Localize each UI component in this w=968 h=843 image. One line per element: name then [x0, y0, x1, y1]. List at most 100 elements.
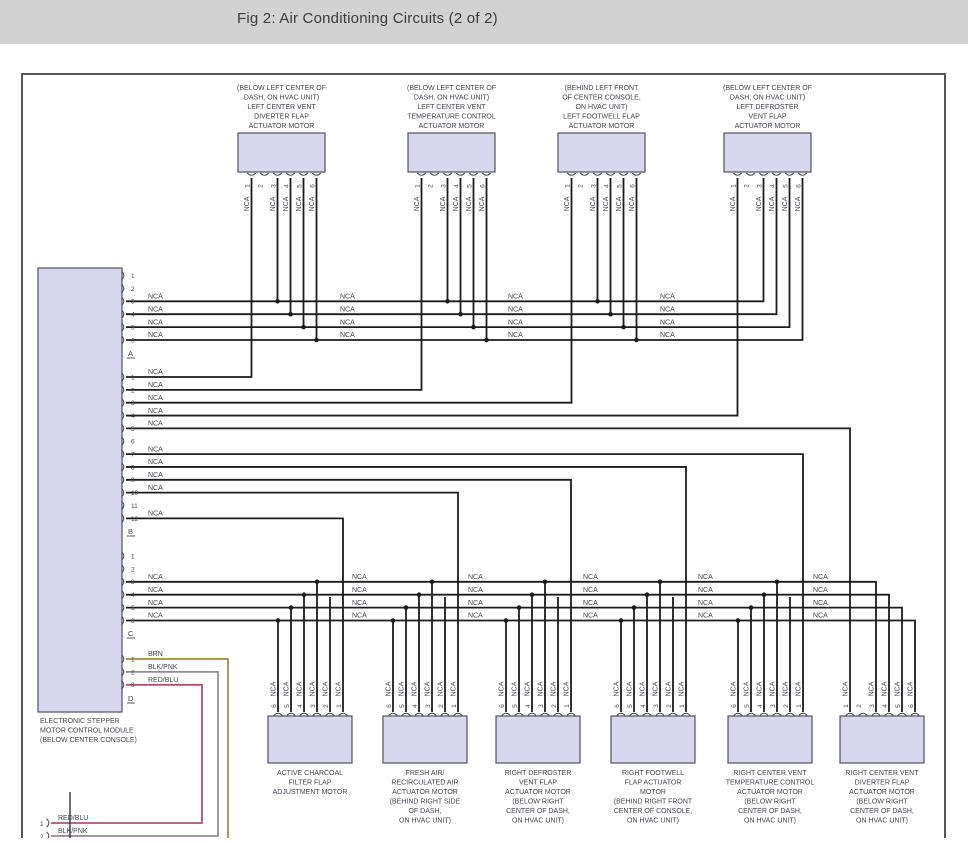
nca-label: NCA	[148, 574, 163, 581]
nca-label: NCA	[323, 681, 330, 696]
motor-label: (BELOW LEFT CENTER OF	[407, 85, 496, 92]
pin-number: 6	[480, 184, 487, 188]
nca-label: NCA	[270, 196, 277, 211]
pin-bracket	[911, 713, 919, 715]
nca-label: NCA	[629, 196, 636, 211]
nca-label: NCA	[336, 681, 343, 696]
pin-number: 4	[604, 184, 611, 188]
pin-bracket	[898, 713, 906, 715]
motor-label: LEFT DEFROSTER	[736, 104, 798, 111]
pin-bracket	[606, 173, 614, 175]
pin-number: 4	[454, 184, 461, 188]
nca-label: NCA	[660, 332, 675, 339]
nca-label: NCA	[660, 319, 675, 326]
bottom-motor-4: RIGHT FOOTWELLFLAP ACTUATORMOTOR(BEHIND …	[611, 681, 695, 824]
nca-label: NCA	[479, 196, 486, 211]
pin-number: 3	[538, 704, 545, 708]
motor-label: (BELOW RIGHT	[856, 799, 908, 806]
pin-number: 1	[131, 273, 135, 280]
pin-number: 5	[131, 325, 135, 332]
wire-color-label: RED/BLU	[148, 677, 178, 684]
pin-number: 4	[131, 312, 135, 319]
junction-dot	[658, 580, 663, 585]
nca-label: NCA	[653, 681, 660, 696]
nca-label: NCA	[148, 459, 163, 466]
pin-bracket	[682, 713, 690, 715]
pin-number: 4	[297, 704, 304, 708]
nca-label: NCA	[340, 319, 355, 326]
motor-label: RIGHT DEFROSTER	[505, 770, 572, 777]
junction-dot	[608, 312, 613, 317]
pin-bracket	[389, 713, 397, 715]
nca-label: NCA	[352, 574, 367, 581]
motor-label: DASH, ON HVAC UNIT)	[730, 95, 805, 102]
pin-bracket	[632, 173, 640, 175]
motor-label: ON HVAC UNIT)	[399, 818, 451, 825]
pin-number: 6	[796, 184, 803, 188]
nca-label: NCA	[499, 681, 506, 696]
nca-label: NCA	[468, 587, 483, 594]
top-motor-2: (BELOW LEFT CENTER OFDASH, ON HVAC UNIT)…	[407, 85, 496, 211]
nca-label: NCA	[148, 332, 163, 339]
nca-label: NCA	[468, 574, 483, 581]
stepper-motor-control-module: ELECTRONIC STEPPERMOTOR CONTROL MODULE(B…	[38, 268, 139, 744]
pin-bracket	[872, 713, 880, 715]
nca-label: NCA	[590, 196, 597, 211]
junction-dot	[276, 618, 281, 623]
nca-label: NCA	[148, 421, 163, 428]
nca-label: NCA	[468, 613, 483, 620]
pin-number: 10	[131, 490, 139, 497]
junction-dot	[484, 338, 489, 343]
pin-number: 11	[131, 503, 138, 510]
pin-number: 3	[653, 704, 660, 708]
nca-label: NCA	[783, 681, 790, 696]
motor-label: (BEHIND RIGHT SIDE	[390, 799, 461, 806]
motor-label: OF CENTER CONSOLE,	[562, 95, 641, 102]
pin-bracket	[339, 713, 347, 715]
nca-label: NCA	[310, 681, 317, 696]
nca-label: NCA	[564, 681, 571, 696]
junction-dot	[301, 325, 306, 330]
pin-number: 6	[131, 618, 135, 625]
nca-label: NCA	[756, 196, 763, 211]
pin-bracket	[443, 173, 451, 175]
wire	[126, 178, 738, 416]
junction-dot	[275, 299, 280, 304]
power-wire	[126, 659, 228, 838]
diagram-area: NCA NCA NCA NCA NCA NCA NCA NCA NCA NCA NCA NCA NCA N…	[0, 0, 968, 838]
pin-number: 6	[310, 184, 317, 188]
nca-label: NCA	[399, 681, 406, 696]
motor-label: ON HVAC UNIT)	[627, 818, 679, 825]
top-motor-4: (BELOW LEFT CENTER OFDASH, ON HVAC UNIT)…	[723, 85, 812, 211]
pin-bracket	[760, 713, 768, 715]
motor-label: ON HVAC UNIT)	[512, 818, 564, 825]
pin-number: 6	[499, 704, 506, 708]
motor-label: DIVERTER FLAP	[254, 114, 309, 121]
motor-label: CENTER OF DASH,	[850, 808, 914, 815]
pin-number: 5	[297, 184, 304, 188]
pin-number: 1	[131, 656, 135, 663]
pin-bracket	[747, 713, 755, 715]
junction-dot	[595, 299, 600, 304]
pin-number: 2	[744, 184, 751, 188]
motor-label: ACTIVE CHARCOAL	[277, 770, 343, 777]
pin-number: 2	[131, 566, 135, 573]
wire-color-label: BLK/PNK	[148, 664, 178, 671]
pin-bracket	[299, 173, 307, 175]
nca-label: NCA	[869, 681, 876, 696]
pin-number: 1	[731, 184, 738, 188]
connector-letter: B	[128, 527, 133, 536]
nca-label: NCA	[698, 587, 713, 594]
junction-dot	[543, 580, 548, 585]
nca-label: NCA	[425, 681, 432, 696]
nca-label: NCA	[352, 600, 367, 607]
module-label: ELECTRONIC STEPPER	[40, 718, 120, 725]
pin-bracket	[326, 713, 334, 715]
nca-label: NCA	[468, 600, 483, 607]
nca-label: NCA	[297, 681, 304, 696]
wire	[126, 621, 915, 713]
motor-label: OF DASH,	[408, 808, 441, 815]
pin-bracket	[273, 173, 281, 175]
pin-number: 1	[564, 704, 571, 708]
nca-label: NCA	[512, 681, 519, 696]
